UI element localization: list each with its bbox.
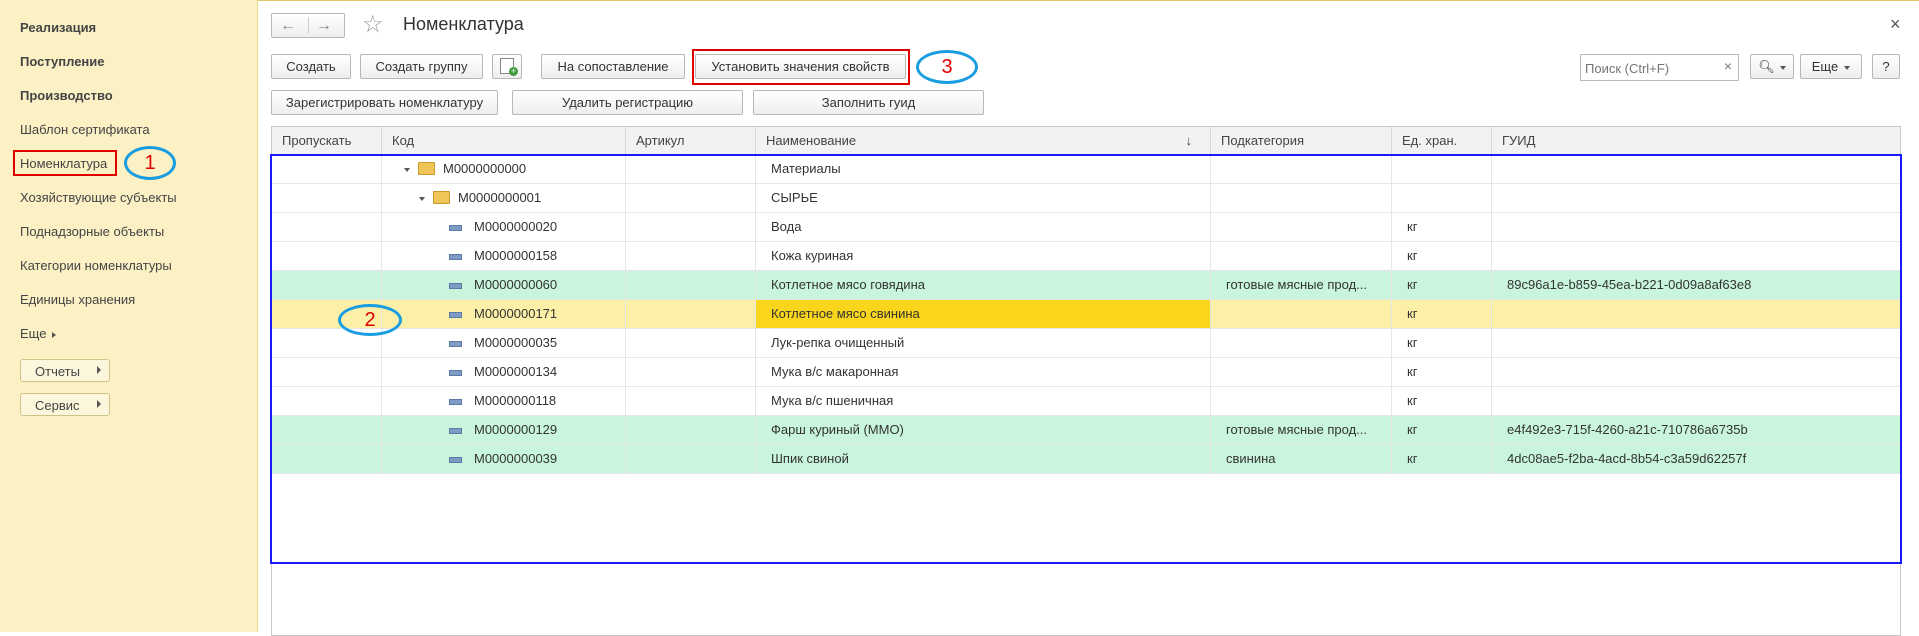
sidebar-item-sales[interactable]: Реализация [20,20,96,35]
sidebar-item-storage-units[interactable]: Единицы хранения [20,292,135,307]
add-document-icon: + [500,58,518,76]
chevron-right-icon [97,400,101,408]
service-button[interactable]: Сервис [20,393,110,416]
annotation-marker-2: 2 [338,304,402,336]
add-list-button[interactable]: + [492,54,522,79]
sidebar-item-certificate-template[interactable]: Шаблон сертификата [20,122,150,137]
back-arrow-icon[interactable]: ← [280,14,296,37]
annotation-marker-3: 3 [916,50,978,84]
sidebar-item-receipts[interactable]: Поступление [20,54,105,69]
sidebar-item-production[interactable]: Производство [20,88,113,103]
sidebar-item-more[interactable]: Еще [20,326,57,341]
chevron-down-icon [1779,65,1786,70]
column-header-article[interactable]: Артикул [626,127,756,155]
sort-arrow-icon: ↓ [1185,133,1193,148]
annotation-frame-list [270,154,1902,564]
reports-label: Отчеты [35,364,80,379]
create-button[interactable]: Создать [271,54,351,79]
more-button[interactable]: Еще [1800,54,1862,79]
chevron-right-icon [97,366,101,374]
sidebar-more-label: Еще [20,326,47,341]
sidebar-item-business-entities[interactable]: Хозяйствующие субъекты [20,190,177,205]
match-button[interactable]: На сопоставление [541,54,685,79]
table-header: Пропускать Код Артикул Наименование ↓ Под… [272,127,1900,156]
fill-guid-button[interactable]: Заполнить гуид [753,90,984,115]
register-nomenclature-button[interactable]: Зарегистрировать номенклатуру [271,90,498,115]
sidebar-item-supervised-objects[interactable]: Поднадзорные объекты [20,224,164,239]
column-header-unit[interactable]: Ед. хран. [1392,127,1492,155]
service-label: Сервис [35,398,80,413]
search-field: × [1580,54,1739,81]
search-clear-button[interactable]: × [1724,58,1732,74]
chevron-down-icon [1844,65,1851,70]
column-header-skip[interactable]: Пропускать [272,127,382,155]
create-group-button[interactable]: Создать группу [360,54,483,79]
help-button[interactable]: ? [1872,54,1900,79]
search-options-button[interactable]: 🔍︎ [1750,54,1794,79]
chevron-right-icon [52,331,57,338]
nav-buttons: ← → [271,13,345,38]
nav-divider [308,17,309,34]
search-icon: 🔍︎ [1758,59,1775,74]
column-header-code[interactable]: Код [382,127,626,155]
annotation-highlight-set-props [692,49,910,85]
annotation-highlight-nomenclature [13,150,117,176]
delete-registration-button[interactable]: Удалить регистрацию [512,90,743,115]
column-header-name-label: Наименование [766,133,857,148]
star-icon[interactable]: ☆ [362,10,384,39]
page-title: Номенклатура [403,14,524,34]
column-header-name[interactable]: Наименование ↓ [756,127,1211,155]
sidebar-item-nomenclature-categories[interactable]: Категории номенклатуры [20,258,172,273]
forward-arrow-icon[interactable]: → [316,14,332,37]
more-label: Еще [1811,59,1839,74]
column-header-guid[interactable]: ГУИД [1492,127,1900,155]
annotation-marker-1: 1 [124,146,176,180]
close-icon[interactable]: × [1890,14,1901,35]
search-input[interactable] [1583,57,1717,79]
column-header-subcategory[interactable]: Подкатегория [1211,127,1392,155]
reports-button[interactable]: Отчеты [20,359,110,382]
sidebar: Реализация Поступление Производство Шабл… [0,0,258,632]
